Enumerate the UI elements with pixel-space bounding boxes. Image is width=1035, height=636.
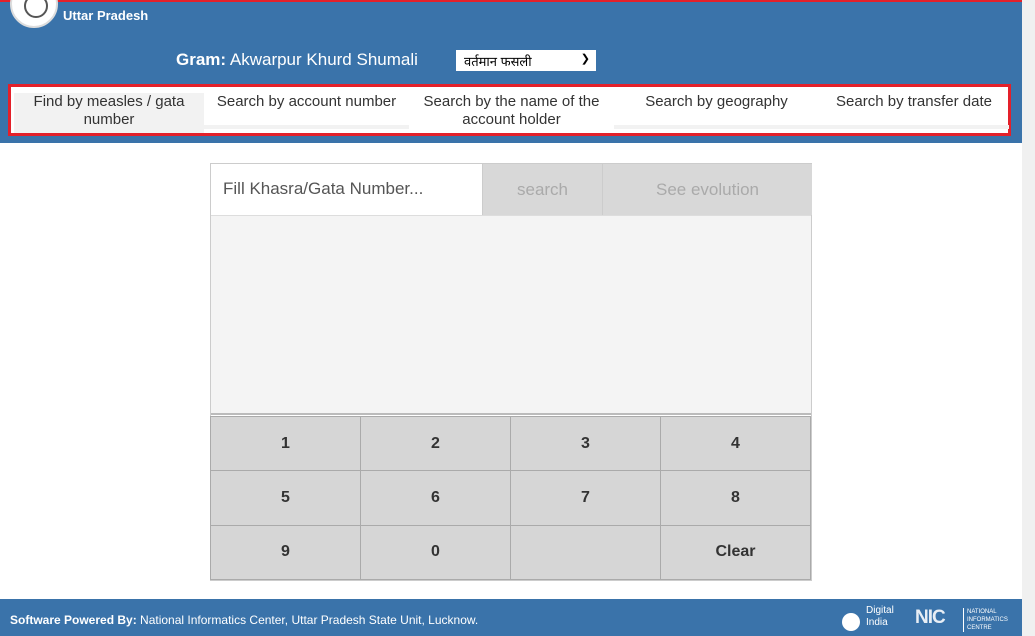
chevron-down-icon: ❯ [580,53,590,65]
tab-label: Search by geography [645,93,788,110]
up-emblem-logo [10,0,58,28]
tab-label: Find by measles / gata number [33,93,185,128]
key-9[interactable]: 9 [210,524,361,580]
digital-india-text: Digital India [866,605,894,628]
search-tabs: Find by measles / gata number Search by … [8,84,1011,136]
season-value: वर्तमान फसली [464,54,532,69]
search-button[interactable]: search [482,164,602,215]
key-2[interactable]: 2 [360,416,511,472]
scrollbar[interactable] [1022,0,1035,636]
page: Uttar Pradesh Gram: Akwarpur Khurd Shuma… [0,0,1022,636]
see-evolution-button[interactable]: See evolution [602,164,812,215]
tab-label: Search by account number [216,93,397,110]
keypad: 1 2 3 4 5 6 7 8 9 0 Clear [210,416,811,580]
key-clear[interactable]: Clear [660,524,811,580]
tab-find-by-gata[interactable]: Find by measles / gata number [14,93,204,133]
tab-geography[interactable]: Search by geography [614,93,819,133]
header: Uttar Pradesh Gram: Akwarpur Khurd Shuma… [0,0,1022,139]
footer: Software Powered By: National Informatic… [0,599,1022,636]
key-3[interactable]: 3 [510,416,661,472]
tab-label: Search by transfer date [836,93,992,110]
nic-logo: NIC NATIONAL INFORMATICS CENTRE [915,607,1015,632]
state-name: Uttar Pradesh [63,8,149,23]
key-1[interactable]: 1 [210,416,361,472]
tab-label: Search by the name of the account holder [423,93,600,128]
tab-transfer-date[interactable]: Search by transfer date [819,93,1009,133]
key-0[interactable]: 0 [360,524,511,580]
tab-account-number[interactable]: Search by account number [204,93,409,133]
tab-account-holder-name[interactable]: Search by the name of the account holder [409,93,614,133]
results-area [211,215,811,415]
gram-label: Gram: [176,50,227,69]
powered-org: National Informatics Center, Uttar Prade… [136,613,479,627]
khasra-number-input[interactable]: Fill Khasra/Gata Number... [211,164,482,215]
season-select[interactable]: वर्तमान फसली ❯ [456,50,596,71]
digital-india-logo: Digital India [842,605,902,633]
nic-text: NIC [915,607,946,628]
key-blank[interactable] [510,524,661,580]
powered-by-text: Software Powered By: National Informatic… [10,613,478,627]
key-7[interactable]: 7 [510,470,661,526]
gram-name: Akwarpur Khurd Shumali [229,50,418,69]
key-5[interactable]: 5 [210,470,361,526]
powered-label: Software Powered By: [10,613,137,627]
key-8[interactable]: 8 [660,470,811,526]
search-panel: Fill Khasra/Gata Number... search See ev… [210,163,812,581]
key-4[interactable]: 4 [660,416,811,472]
gram-title: Gram: Akwarpur Khurd Shumali [176,50,418,70]
nic-full-text: NATIONAL INFORMATICS CENTRE [963,608,1015,632]
key-6[interactable]: 6 [360,470,511,526]
divider [0,139,1022,143]
